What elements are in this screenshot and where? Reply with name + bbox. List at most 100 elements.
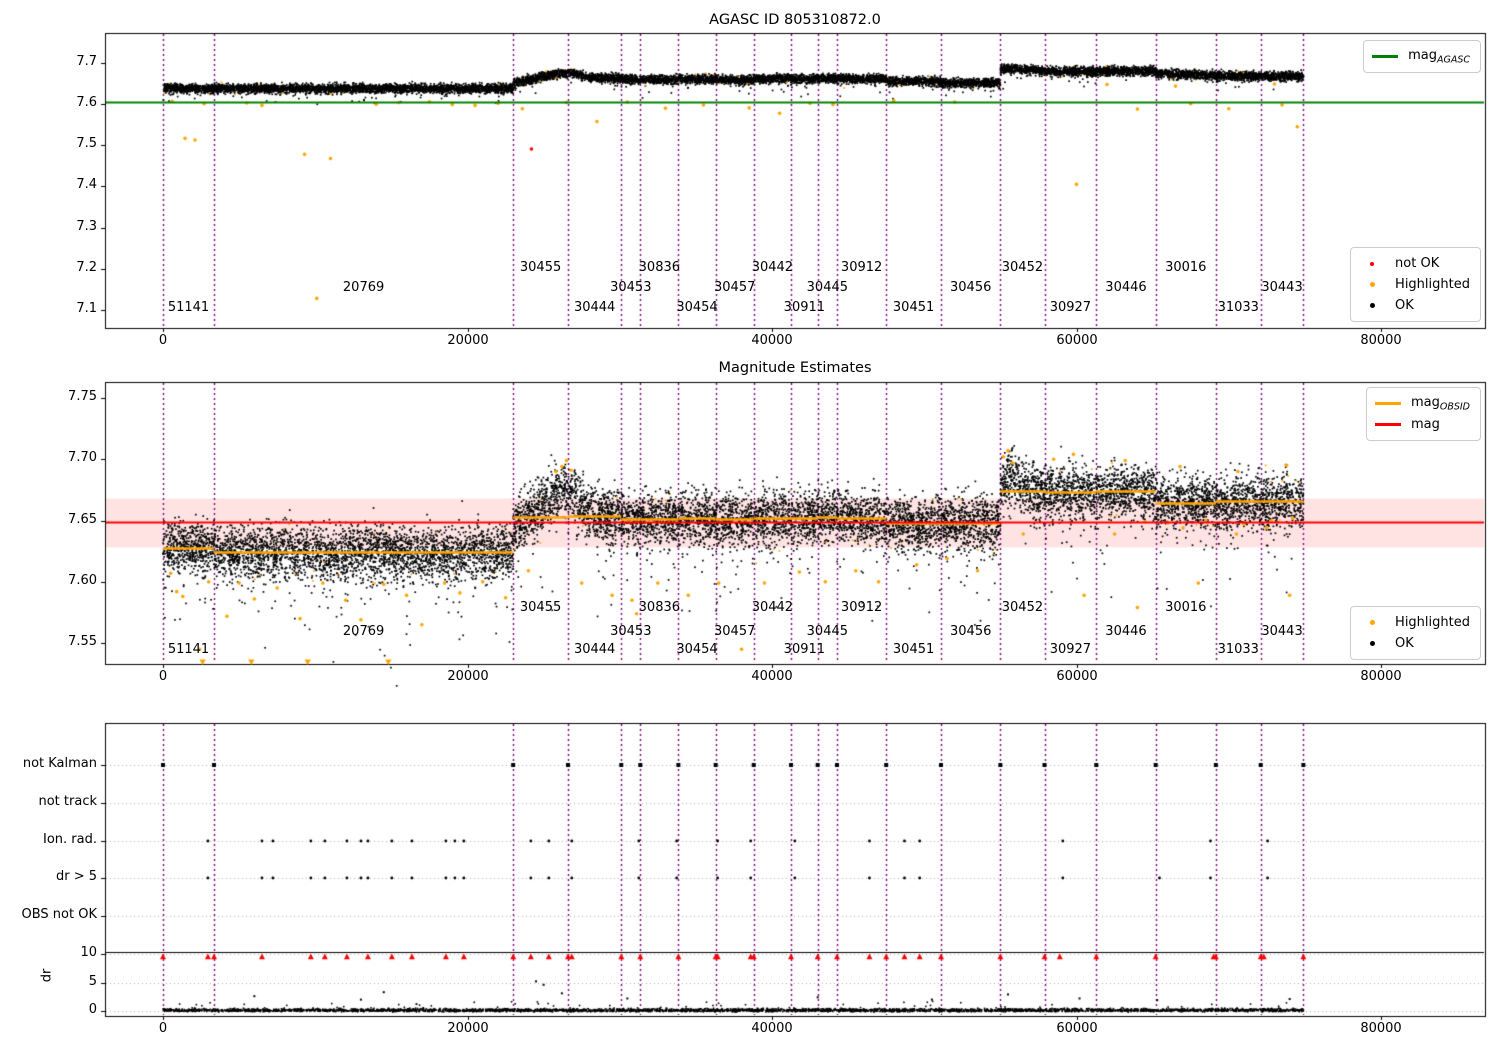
middle-obsid-annotation: 30911 <box>783 642 826 657</box>
top-obsid-annotation: 30911 <box>783 300 826 315</box>
top-obsid-annotation: 30445 <box>806 280 849 295</box>
top-xtick-label: 80000 <box>1360 333 1402 348</box>
legend-row: not OK <box>1359 253 1470 274</box>
chart-canvas <box>0 0 1500 1050</box>
highlighted-marker-swatch <box>1369 620 1375 625</box>
legend-label: not OK <box>1395 256 1440 271</box>
middle-obsid-annotation: 30912 <box>840 600 883 615</box>
bottom-category-label: not track <box>38 794 97 809</box>
middle-ytick-label: 7.75 <box>68 389 97 404</box>
legend-label: magOBSID <box>1410 394 1470 413</box>
legend-row: Highlighted <box>1359 612 1470 633</box>
top-ytick-label: 7.7 <box>76 54 97 69</box>
legend-row: OK <box>1359 295 1470 316</box>
highlighted-marker-swatch <box>1369 282 1375 287</box>
middle-obsid-annotation: 30454 <box>676 642 718 657</box>
middle-ytick-label: 7.70 <box>68 450 97 465</box>
legend-label: mag <box>1410 417 1440 432</box>
top-ytick-label: 7.6 <box>76 95 97 110</box>
middle-obsid-annotation: 30453 <box>610 624 652 639</box>
middle-obsid-annotation: 30836 <box>638 600 681 615</box>
not-ok-marker-swatch <box>1370 261 1375 266</box>
bottom-xtick-label: 60000 <box>1056 1021 1098 1036</box>
top-obsid-annotation: 30927 <box>1049 300 1092 315</box>
middle-ytick-label: 7.55 <box>68 634 97 649</box>
top-obsid-annotation: 30452 <box>1001 260 1044 275</box>
legend-label: OK <box>1395 298 1414 313</box>
legend-row: mag <box>1374 414 1470 435</box>
middle-plot-title: Magnitude Estimates <box>718 360 872 376</box>
top-obsid-annotation: 30451 <box>892 300 935 315</box>
middle-ytick-label: 7.60 <box>68 573 97 588</box>
marker-swatch-wrap <box>1359 298 1385 313</box>
top-obsid-annotation: 30455 <box>519 260 562 275</box>
figure: AGASC ID 805310872.0 Magnitude Estimates… <box>0 0 1500 1050</box>
bottom-xtick-label: 40000 <box>751 1021 793 1036</box>
middle-obsid-annotation: 20769 <box>342 624 385 639</box>
middle-ytick-label: 7.65 <box>68 512 97 527</box>
middle-obsid-annotation: 30451 <box>892 642 935 657</box>
top-obsid-annotation: 30444 <box>573 300 616 315</box>
legend-label: OK <box>1395 636 1414 651</box>
top-ytick-label: 7.1 <box>76 301 97 316</box>
middle-xtick-label: 40000 <box>751 669 793 684</box>
top-obsid-annotation: 30016 <box>1165 260 1207 275</box>
middle-obsid-annotation: 30016 <box>1165 600 1207 615</box>
top-obsid-annotation: 30836 <box>638 260 681 275</box>
legend-label: Highlighted <box>1395 615 1470 630</box>
bottom-category-label: not Kalman <box>22 756 97 771</box>
middle-xtick-label: 0 <box>158 669 168 684</box>
middle-obsid-annotation: 30442 <box>751 600 794 615</box>
top-obsid-annotation: 51141 <box>167 300 210 315</box>
middle-obsid-annotation: 30452 <box>1001 600 1044 615</box>
top-obsid-annotation: 31033 <box>1217 300 1259 315</box>
bottom-category-label: Ion. rad. <box>43 832 97 847</box>
bottom-category-label: OBS not OK <box>21 907 98 922</box>
ok-marker-swatch <box>1369 303 1375 308</box>
top-obsid-annotation: 30456 <box>950 280 992 295</box>
middle-obsid-annotation: 30444 <box>573 642 616 657</box>
middle-xtick-label: 20000 <box>447 669 489 684</box>
top-xtick-label: 20000 <box>447 333 489 348</box>
top-obsid-annotation: 30446 <box>1105 280 1147 295</box>
middle-obsid-annotation: 30455 <box>519 600 562 615</box>
bottom-dr-tick-label: 5 <box>88 974 97 989</box>
mag-agasc-line-swatch <box>1372 55 1399 58</box>
bottom-xtick-label: 80000 <box>1360 1021 1402 1036</box>
top-obsid-annotation: 30912 <box>840 260 883 275</box>
top-ytick-label: 7.4 <box>76 177 97 192</box>
middle-obsid-annotation: 30445 <box>806 624 849 639</box>
legend-middle-lines: magOBSID mag <box>1365 387 1481 441</box>
middle-obsid-annotation: 30443 <box>1261 624 1303 639</box>
mag-line-swatch <box>1374 423 1401 426</box>
legend-label: Highlighted <box>1395 277 1470 292</box>
top-obsid-annotation: 30453 <box>610 280 652 295</box>
marker-swatch-wrap <box>1359 636 1385 651</box>
legend-row: OK <box>1359 633 1470 654</box>
middle-obsid-annotation: 30446 <box>1105 624 1147 639</box>
ok-marker-swatch <box>1369 641 1375 646</box>
middle-xtick-label: 60000 <box>1056 669 1098 684</box>
legend-label: magAGASC <box>1408 47 1470 66</box>
legend-row: magOBSID <box>1374 393 1470 414</box>
bottom-dr-tick-label: 10 <box>80 945 97 960</box>
marker-swatch-wrap <box>1359 256 1385 271</box>
top-plot-title: AGASC ID 805310872.0 <box>709 12 881 28</box>
top-obsid-annotation: 30457 <box>714 280 756 295</box>
legend-row: magAGASC <box>1372 46 1470 67</box>
legend-top-markers: not OK Highlighted OK <box>1350 247 1481 322</box>
bottom-xtick-label: 20000 <box>447 1021 489 1036</box>
legend-row: Highlighted <box>1359 274 1470 295</box>
middle-obsid-annotation: 30457 <box>714 624 756 639</box>
middle-xtick-label: 80000 <box>1360 669 1402 684</box>
top-xtick-label: 60000 <box>1056 333 1098 348</box>
legend-mag-agasc: magAGASC <box>1363 40 1481 73</box>
top-ytick-label: 7.5 <box>76 136 97 151</box>
mag-obsid-line-swatch <box>1374 402 1401 405</box>
legend-middle-markers: Highlighted OK <box>1350 606 1481 660</box>
top-ytick-label: 7.2 <box>76 260 97 275</box>
middle-obsid-annotation: 31033 <box>1217 642 1259 657</box>
bottom-xtick-label: 0 <box>158 1021 168 1036</box>
middle-obsid-annotation: 51141 <box>167 642 210 657</box>
marker-swatch-wrap <box>1359 615 1385 630</box>
